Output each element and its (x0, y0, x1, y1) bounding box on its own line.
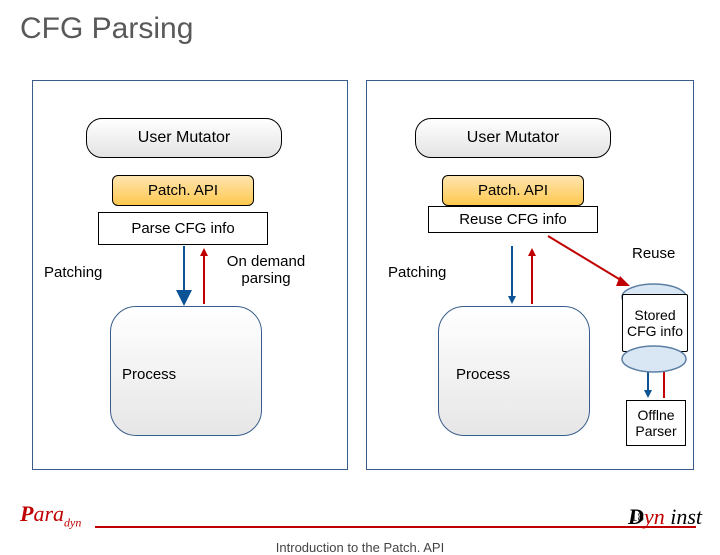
footer-divider (95, 526, 696, 528)
arrow-left-up (192, 246, 216, 308)
paradyn-logo: Paradyn (20, 501, 81, 530)
cylinder-bottom-icon (620, 340, 688, 378)
page-title: CFG Parsing (20, 12, 193, 46)
right-reuse-cfg-box: Reuse CFG info (428, 206, 598, 233)
dyninst-logo: Dyn inst (628, 504, 702, 530)
left-parse-cfg-box: Parse CFG info (98, 212, 268, 245)
left-user-mutator-box: User Mutator (86, 118, 282, 158)
left-patchapi-box: Patch. API (112, 175, 254, 206)
right-user-mutator-box: User Mutator (415, 118, 611, 158)
stored-cfg-label: Stored CFG info (623, 307, 687, 339)
on-demand-parsing-label: On demand parsing (211, 253, 321, 288)
footer-caption: Introduction to the Patch. API (0, 540, 720, 555)
reuse-label: Reuse (632, 245, 675, 262)
right-patchapi-box: Patch. API (442, 175, 584, 206)
right-process-label: Process (456, 366, 510, 383)
arrow-right-up (520, 246, 544, 308)
left-process-label: Process (122, 366, 176, 383)
left-patching-label: Patching (44, 264, 102, 281)
offline-parser-label: Offlne Parser (627, 407, 685, 439)
right-patching-label: Patching (388, 264, 446, 281)
offline-parser-box: Offlne Parser (626, 400, 686, 446)
